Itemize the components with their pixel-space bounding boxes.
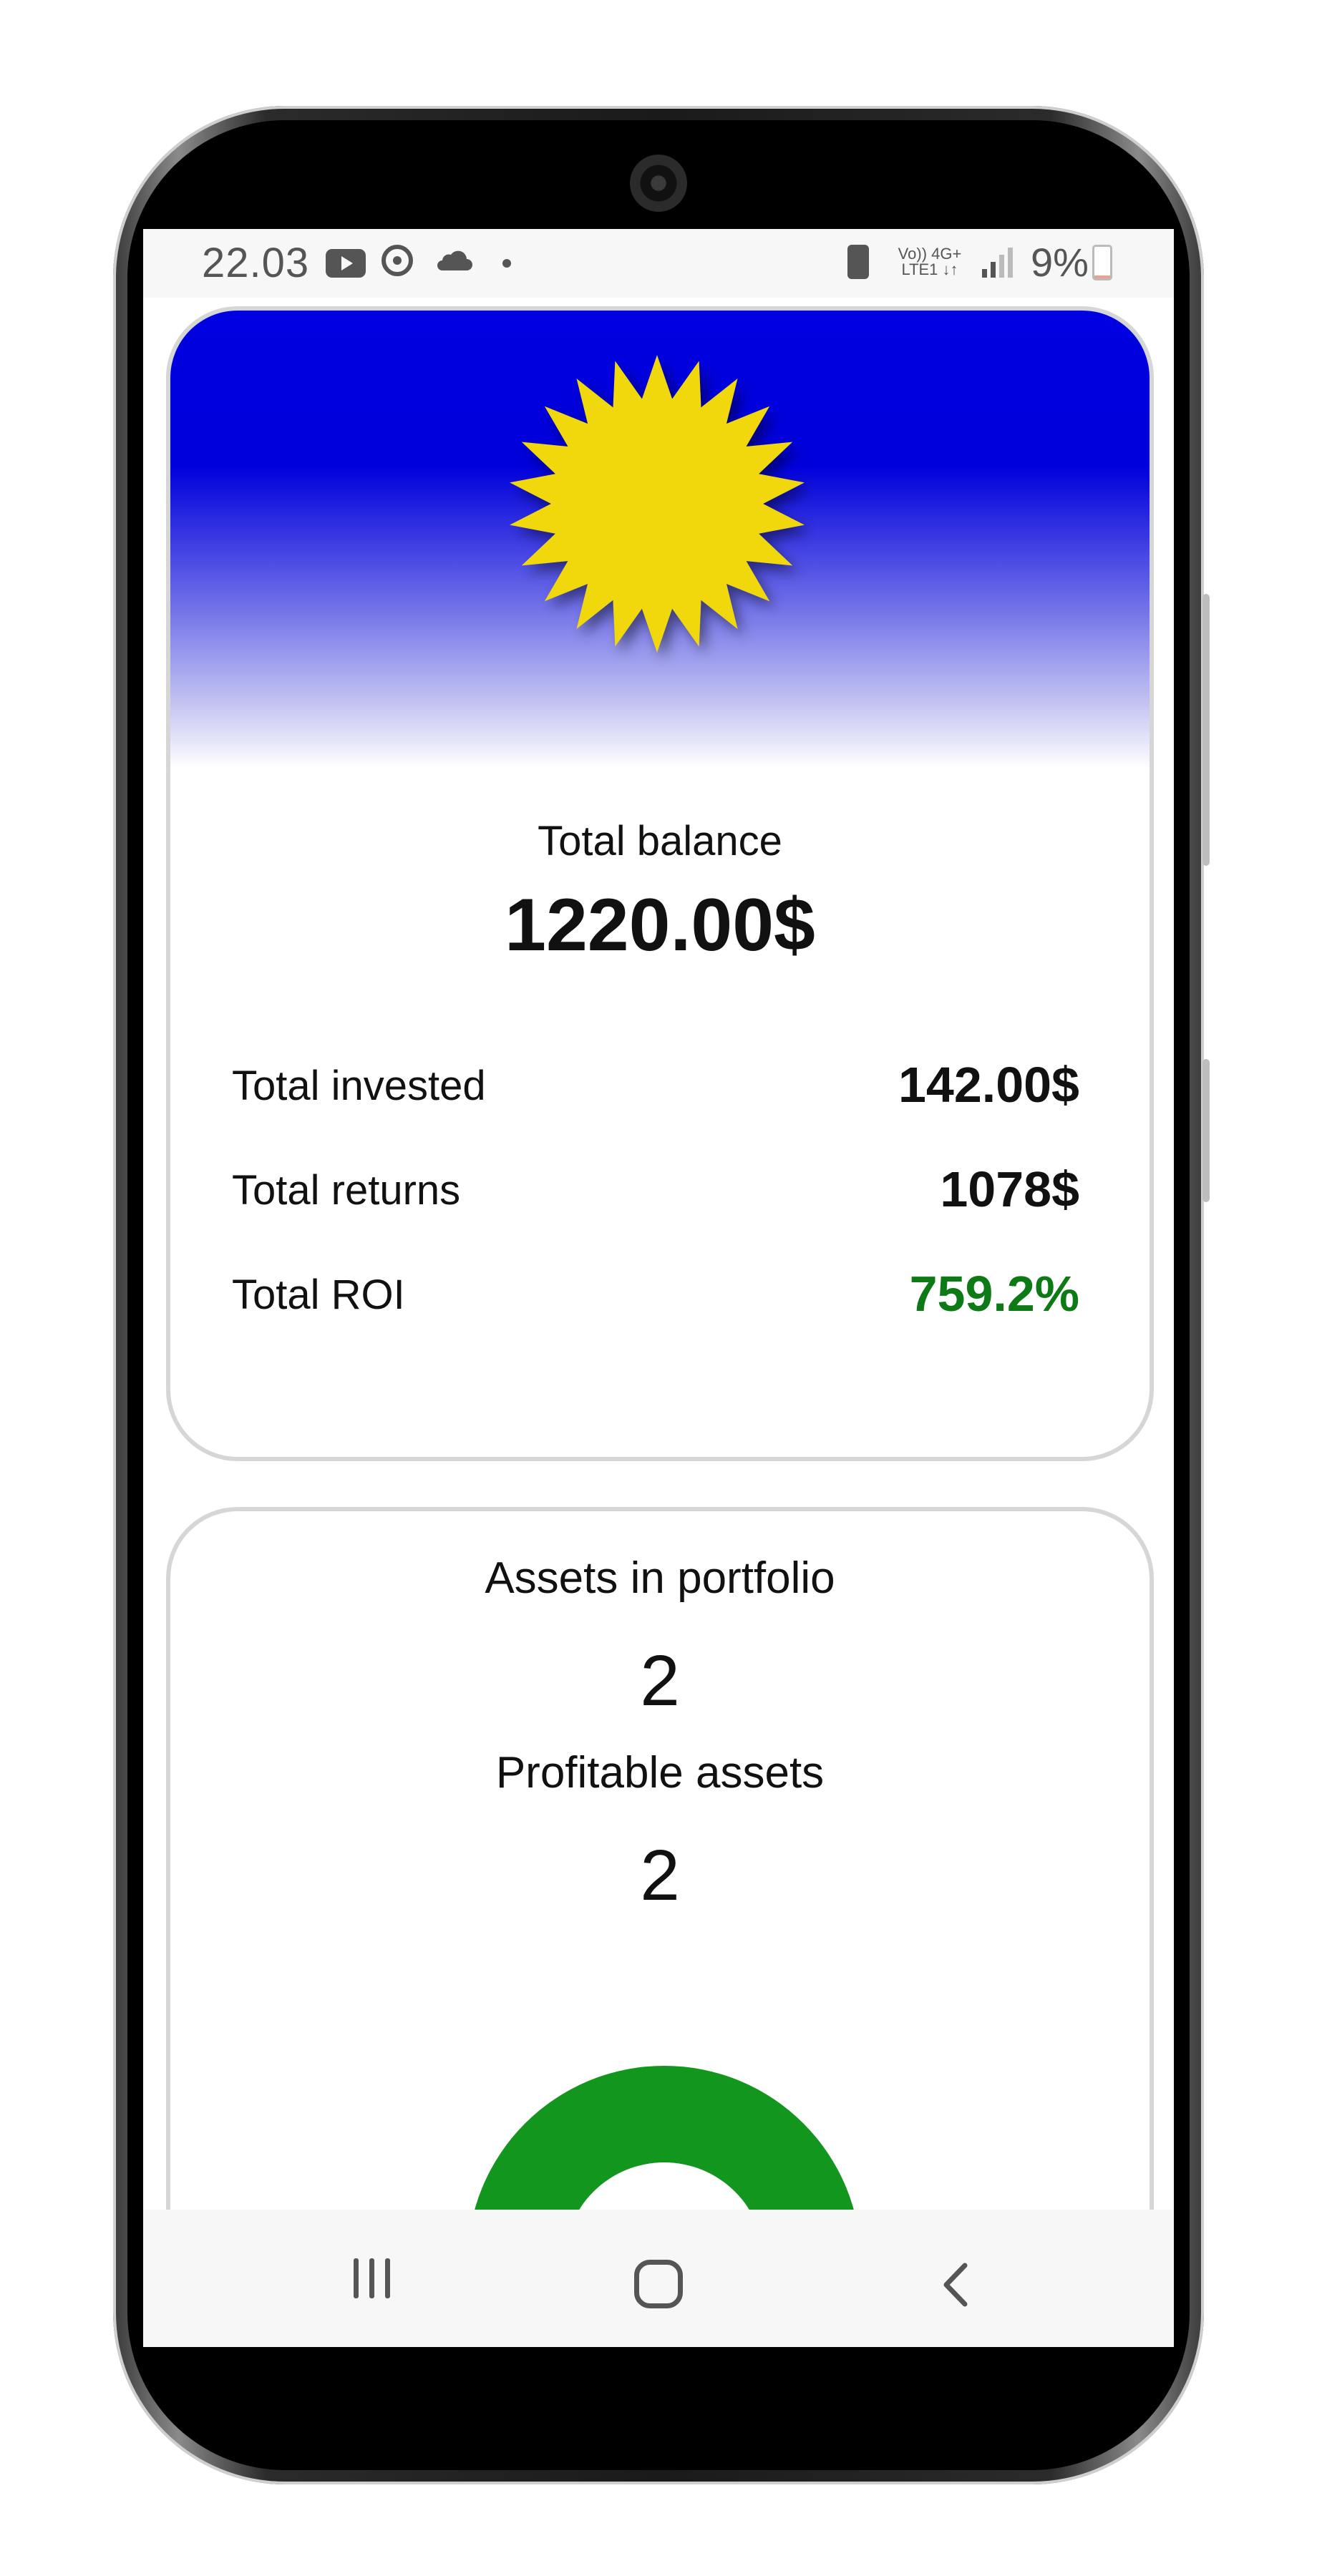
recents-icon[interactable] bbox=[351, 2253, 394, 2303]
screen: 22.03 Vo)) 4G+ LTE1 ↓↑ 9% Total balance … bbox=[143, 229, 1174, 2347]
total-invested-label: Total invested bbox=[232, 1063, 486, 1109]
network-indicator: Vo)) 4G+ LTE1 ↓↑ bbox=[888, 246, 972, 278]
back-icon[interactable] bbox=[933, 2260, 981, 2310]
power-button bbox=[1202, 1059, 1210, 1202]
total-roi-value: 759.2% bbox=[909, 1266, 1079, 1322]
network-top-label: Vo)) 4G+ bbox=[898, 245, 962, 263]
total-returns-label: Total returns bbox=[232, 1167, 461, 1214]
balance-card: Total balance 1220.00$ Total invested 14… bbox=[166, 306, 1154, 1461]
volume-button bbox=[1202, 594, 1210, 866]
status-bar: 22.03 Vo)) 4G+ LTE1 ↓↑ 9% bbox=[143, 229, 1174, 298]
battery-percent: 9% bbox=[1031, 240, 1089, 285]
profitable-assets-value: 2 bbox=[640, 1835, 680, 1916]
front-camera bbox=[630, 155, 687, 212]
cloud-icon bbox=[437, 250, 472, 270]
total-balance-value: 1220.00$ bbox=[505, 884, 815, 967]
battery-icon bbox=[1092, 245, 1112, 280]
sun-icon bbox=[510, 355, 805, 653]
total-balance-label: Total balance bbox=[538, 818, 782, 864]
assets-in-portfolio-label: Assets in portfolio bbox=[485, 1553, 835, 1603]
sync-icon bbox=[382, 245, 413, 276]
youtube-icon bbox=[326, 249, 366, 278]
status-time: 22.03 bbox=[202, 240, 310, 286]
battery-saver-icon bbox=[847, 245, 869, 279]
notification-dot-icon bbox=[502, 259, 511, 268]
profitable-assets-label: Profitable assets bbox=[495, 1748, 825, 1797]
total-invested-value: 142.00$ bbox=[898, 1057, 1079, 1113]
navigation-bar bbox=[143, 2210, 1174, 2347]
assets-in-portfolio-value: 2 bbox=[640, 1641, 680, 1721]
battery-fill bbox=[1094, 275, 1110, 278]
network-bottom-label: LTE1 ↓↑ bbox=[901, 260, 958, 278]
home-icon[interactable] bbox=[634, 2260, 683, 2308]
total-returns-value: 1078$ bbox=[940, 1161, 1079, 1217]
total-roi-label: Total ROI bbox=[232, 1272, 405, 1318]
signal-icon bbox=[982, 248, 1013, 278]
